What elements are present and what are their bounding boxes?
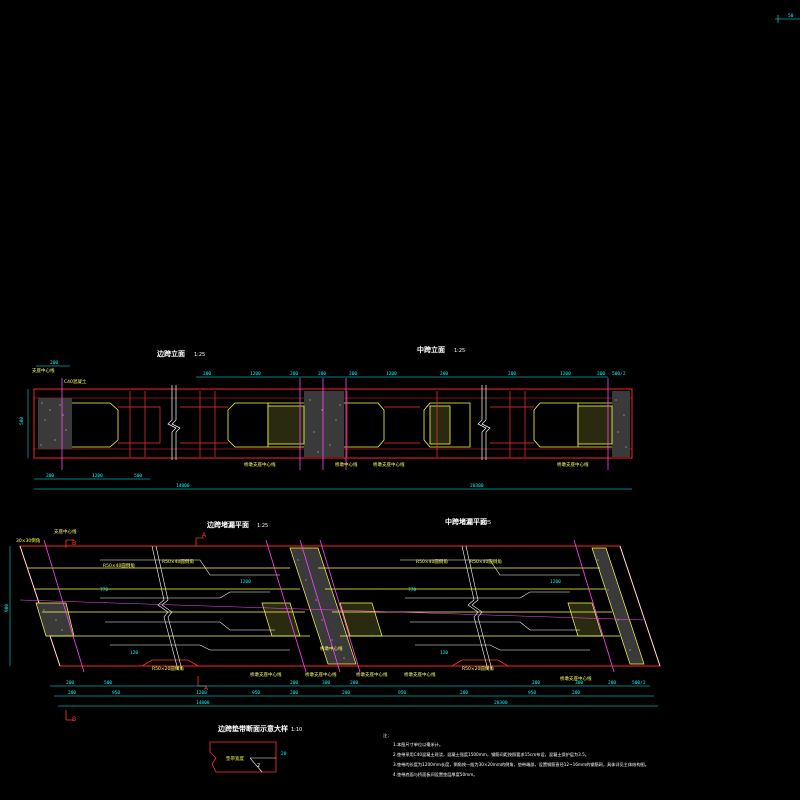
plan-view: 边跨堵漏平面 1:25 中跨堵漏平面 1:25 30×30倒角 R50×40圆倒…	[4, 517, 661, 723]
svg-text:200: 200	[318, 371, 326, 377]
svg-text:R50×40圆倒角: R50×40圆倒角	[162, 558, 194, 565]
svg-text:200: 200	[532, 680, 540, 686]
plan-mid-scale: 1:25	[480, 520, 491, 526]
svg-text:R50×40圆倒角: R50×40圆倒角	[103, 562, 135, 569]
elevation-mid-title: 中跨立面	[417, 345, 445, 354]
svg-text:500/2: 500/2	[632, 680, 646, 686]
plan-dims: 200 500 200 300 200 200 300 200 500/2 20…	[50, 680, 658, 707]
svg-text:120: 120	[440, 650, 448, 656]
svg-text:200: 200	[290, 680, 298, 686]
svg-text:200: 200	[68, 690, 76, 696]
svg-text:200: 200	[342, 690, 350, 696]
svg-text:桥墩支座中心线: 桥墩支座中心线	[244, 461, 276, 468]
svg-text:1200: 1200	[560, 371, 571, 377]
svg-text:950: 950	[528, 690, 536, 696]
svg-text:桥墩支座中心线: 桥墩支座中心线	[373, 461, 405, 468]
detail-mark: 2	[257, 763, 260, 769]
corner-label: 50	[788, 13, 794, 19]
svg-text:支座中心线: 支座中心线	[54, 528, 77, 535]
detail-dim: 20	[281, 751, 287, 757]
svg-text:770: 770	[408, 587, 416, 593]
svg-text:200: 200	[290, 371, 298, 377]
plan-side-scale: 1:25	[257, 523, 268, 529]
elevation-left-dim: 500	[19, 417, 25, 425]
detail-view: 边跨垫带断面示意大样 1:10 垫带宽度 20 2	[209, 724, 302, 773]
elevation-dim-bottom: 200 1200 500 14800 20300	[34, 473, 632, 490]
svg-text:950: 950	[252, 690, 260, 696]
svg-text:1200: 1200	[240, 579, 251, 585]
svg-text:B: B	[72, 540, 76, 547]
svg-text:C40混凝土: C40混凝土	[64, 378, 87, 385]
plan-side-title: 边跨堵漏平面	[206, 520, 249, 529]
svg-text:R50×40圆倒角: R50×40圆倒角	[470, 558, 502, 565]
svg-text:950: 950	[398, 690, 406, 696]
svg-text:桥墩支座中心线: 桥墩支座中心线	[356, 671, 388, 678]
elevation-side-scale: 1:25	[194, 352, 205, 358]
svg-text:1200: 1200	[386, 371, 397, 377]
detail-label: 垫带宽度	[226, 755, 244, 762]
note-3: 3.垫带的长度为1200mm长度，倒角按一般为30×20mm的倒角，垫带端部，设…	[393, 761, 649, 768]
svg-text:20300: 20300	[494, 700, 508, 706]
notes: 注： 1.本图尺寸单位以毫米计。 2.垫带采用C40混凝土现浇，混凝土强度150…	[383, 732, 649, 778]
svg-text:200: 200	[508, 371, 516, 377]
svg-text:1200: 1200	[250, 371, 261, 377]
elevation-side-title: 边跨立面	[156, 349, 185, 358]
svg-text:200: 200	[440, 371, 448, 377]
svg-text:200: 200	[349, 371, 357, 377]
svg-text:14800: 14800	[176, 483, 190, 489]
plan-left-dim: 900	[4, 604, 10, 612]
svg-text:300: 300	[575, 680, 583, 686]
svg-text:200: 200	[66, 680, 74, 686]
svg-text:200: 200	[203, 371, 211, 377]
svg-text:770: 770	[100, 587, 108, 593]
detail-scale: 1:10	[291, 727, 302, 733]
svg-text:桥墩支座中心线: 桥墩支座中心线	[404, 671, 436, 678]
svg-text:桥墩支座中心线: 桥墩支座中心线	[250, 671, 282, 678]
notes-heading: 注：	[383, 732, 391, 739]
note-1: 1.本图尺寸单位以毫米计。	[393, 741, 443, 748]
note-4: 4.垫带底面与桥面板间设置垫层厚度50mm。	[393, 771, 477, 778]
note-2: 2.垫带采用C40混凝土现浇，混凝土强度1500mm，钢筋间距按照要求15cm布…	[393, 751, 589, 758]
svg-text:200: 200	[290, 690, 298, 696]
svg-text:1200: 1200	[196, 690, 207, 696]
svg-text:200: 200	[50, 360, 58, 366]
svg-text:R50×20圆倒角: R50×20圆倒角	[152, 665, 184, 672]
svg-text:200: 200	[460, 690, 468, 696]
svg-text:200: 200	[608, 680, 616, 686]
svg-text:支座中心线: 支座中心线	[32, 367, 55, 374]
svg-text:桥墩支座中心线: 桥墩支座中心线	[305, 671, 337, 678]
svg-text:120: 120	[130, 650, 138, 656]
svg-text:1200: 1200	[550, 579, 561, 585]
corner-mark: 50	[775, 13, 800, 23]
svg-text:B: B	[72, 716, 76, 723]
svg-text:桥墩支座中心线: 桥墩支座中心线	[557, 461, 589, 468]
svg-text:1200: 1200	[92, 473, 103, 479]
svg-text:桥墩中心线: 桥墩中心线	[320, 645, 343, 652]
detail-title: 边跨垫带断面示意大样	[217, 724, 288, 733]
elevation-mid-scale: 1:25	[454, 348, 465, 354]
svg-text:20300: 20300	[470, 483, 484, 489]
svg-text:30×30倒角: 30×30倒角	[16, 537, 40, 544]
svg-text:200: 200	[597, 371, 605, 377]
elevation-view: 边跨立面 1:25 中跨立面 1:25 200 1200 200 200 200…	[19, 345, 633, 490]
cad-drawing: 50 边跨立面 1:25 中跨立面 1:25 200 1200 200 200 …	[4, 13, 800, 778]
chamfer-markers	[141, 659, 509, 667]
svg-text:200: 200	[572, 690, 580, 696]
svg-text:R50×20圆倒角: R50×20圆倒角	[462, 665, 494, 672]
svg-text:桥墩中心线: 桥墩中心线	[335, 461, 358, 468]
elevation-dim-top: 200 1200 200 200 200 1200 200 200 1200 2…	[36, 360, 626, 378]
svg-text:500/2: 500/2	[612, 371, 626, 377]
svg-text:200: 200	[350, 680, 358, 686]
svg-text:300: 300	[322, 680, 330, 686]
svg-text:14800: 14800	[196, 700, 210, 706]
svg-text:950: 950	[112, 690, 120, 696]
svg-text:R50×40圆倒角: R50×40圆倒角	[416, 558, 448, 565]
plan-concrete-right	[591, 547, 645, 665]
svg-text:500: 500	[104, 680, 112, 686]
svg-text:A: A	[202, 532, 207, 539]
svg-text:500: 500	[134, 473, 142, 479]
svg-text:200: 200	[46, 473, 54, 479]
